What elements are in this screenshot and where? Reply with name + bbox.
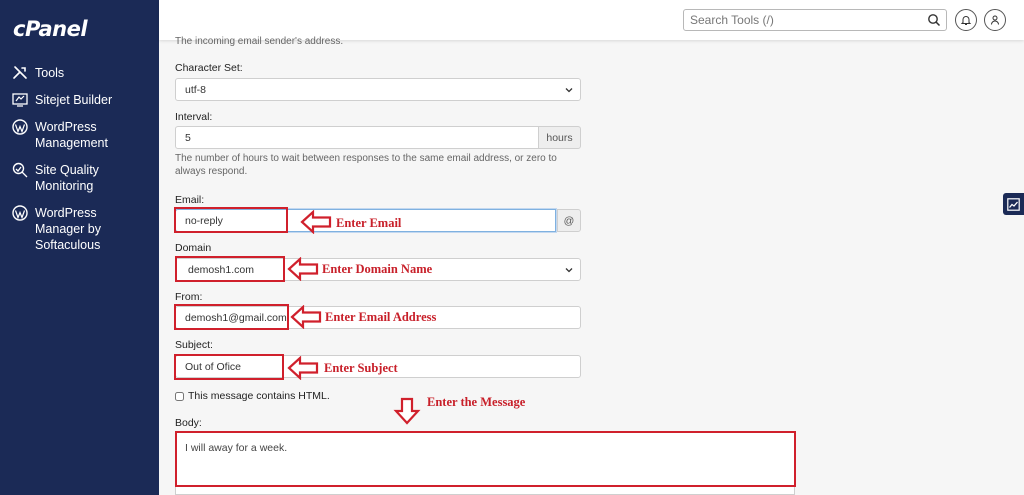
html-checkbox-row[interactable]: This message contains HTML. [175, 390, 330, 402]
body-textarea[interactable]: I will away for a week. [175, 432, 795, 495]
arrow-left-icon [287, 356, 319, 380]
annotation-body: Enter the Message [427, 395, 526, 409]
body-label: Body: [175, 417, 202, 429]
annotation-subject: Enter Subject [324, 361, 398, 375]
bell-icon [960, 16, 972, 25]
sidebar: cPanel Tools Sitejet Builder WordPress M… [0, 0, 159, 495]
wordpress-icon [11, 119, 29, 135]
annotation-domain: Enter Domain Name [322, 262, 433, 276]
arrow-down-icon [393, 397, 421, 425]
cpanel-logo[interactable]: cPanel [13, 17, 88, 41]
sidebar-item-sitejet-builder[interactable]: Sitejet Builder [11, 92, 112, 108]
annotation-from: Enter Email Address [325, 310, 437, 324]
sitejet-icon [11, 92, 29, 108]
from-label: From: [175, 291, 203, 303]
tools-icon [11, 65, 29, 81]
top-header [159, 0, 1024, 40]
sidebar-item-wordpress-management[interactable]: WordPress Management [11, 119, 108, 151]
annotation-email: Enter Email [336, 216, 402, 230]
sidebar-item-wordpress-manager-softaculous[interactable]: WordPress Manager by Softaculous [11, 205, 101, 253]
interval-label: Interval: [175, 111, 213, 123]
arrow-left-icon [290, 305, 322, 329]
site-quality-icon [11, 162, 29, 178]
sender-help-text: The incoming email sender's address. [175, 36, 344, 47]
interval-unit: hours [538, 126, 581, 149]
search-icon[interactable] [927, 13, 941, 27]
subject-label: Subject: [175, 339, 213, 351]
wordpress-icon [11, 205, 29, 221]
search-input[interactable] [684, 10, 914, 30]
sidebar-item-tools[interactable]: Tools [11, 65, 64, 81]
charset-label: Character Set: [175, 62, 243, 74]
user-icon [991, 15, 999, 25]
stats-side-tab[interactable] [1003, 193, 1024, 215]
interval-input[interactable]: 5 [175, 126, 539, 149]
sidebar-item-site-quality-monitoring[interactable]: Site Quality Monitoring [11, 162, 99, 194]
chart-icon [1007, 197, 1020, 211]
arrow-left-icon [287, 257, 319, 281]
user-menu-button[interactable] [984, 9, 1006, 31]
email-label: Email: [175, 194, 205, 206]
chevron-down-icon [565, 267, 573, 272]
chevron-down-icon [565, 87, 573, 92]
html-checkbox[interactable] [175, 391, 184, 401]
email-at-addon: @ [557, 209, 581, 232]
interval-help-text: The number of hours to wait between resp… [175, 153, 557, 177]
charset-select[interactable]: utf-8 [175, 78, 581, 101]
domain-label: Domain [175, 242, 212, 254]
notifications-button[interactable] [955, 9, 977, 31]
arrow-left-icon [300, 210, 332, 234]
search-box[interactable] [683, 9, 947, 31]
